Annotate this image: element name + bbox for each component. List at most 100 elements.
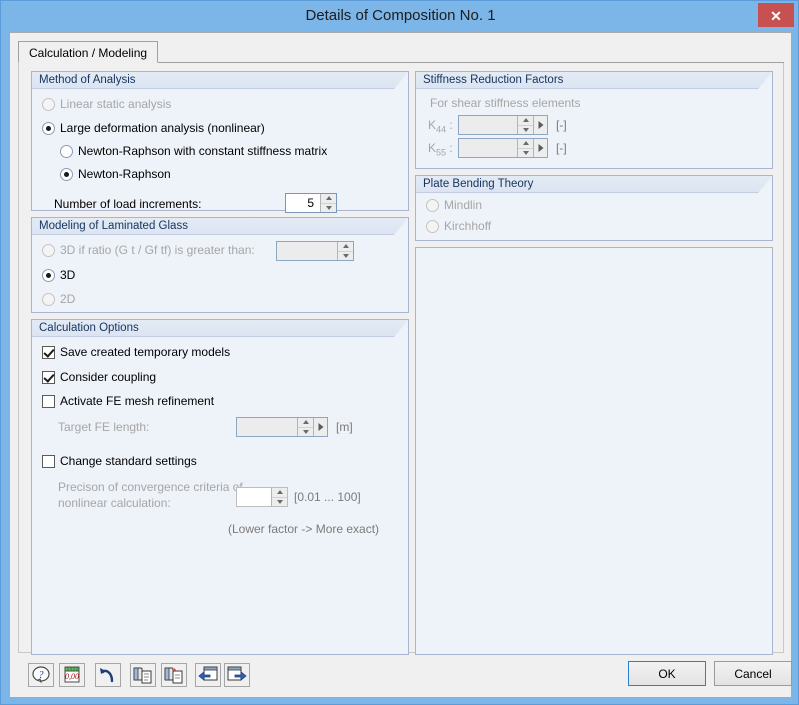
spinner-value[interactable] bbox=[237, 488, 271, 506]
paste-icon-glyph bbox=[164, 667, 183, 684]
spinner-value[interactable]: 5 bbox=[286, 194, 320, 212]
spinner-arrows[interactable] bbox=[517, 139, 533, 157]
paste-icon[interactable] bbox=[161, 663, 187, 687]
radio-newton-raphson-constant-stiffness[interactable]: Newton-Raphson with constant stiffness m… bbox=[60, 144, 327, 158]
spinner-load-increments[interactable]: 5 bbox=[285, 193, 337, 213]
spinner-arrows[interactable] bbox=[297, 418, 313, 436]
spinner-down-icon[interactable] bbox=[518, 149, 533, 158]
spinner-arrows[interactable] bbox=[517, 116, 533, 134]
radio-newton-raphson[interactable]: Newton-Raphson bbox=[60, 167, 171, 181]
help-icon[interactable]: ? bbox=[28, 663, 54, 687]
checkbox-change-standard-settings[interactable]: Change standard settings bbox=[42, 454, 197, 468]
checkbox-save-created-temporary-models[interactable]: Save created temporary models bbox=[42, 345, 230, 359]
radio-label: 3D if ratio (G t / Gf tf) is greater tha… bbox=[60, 243, 255, 257]
spinner-more-icon[interactable] bbox=[533, 116, 547, 134]
export-icon[interactable] bbox=[224, 663, 250, 687]
radio-mindlin[interactable]: Mindlin bbox=[426, 198, 482, 212]
spinner-arrows[interactable] bbox=[337, 242, 353, 260]
copy-icon[interactable] bbox=[130, 663, 156, 687]
radio-label: Large deformation analysis (nonlinear) bbox=[60, 121, 265, 135]
field-label: nonlinear calculation: bbox=[58, 496, 171, 510]
spinner-ratio-threshold[interactable] bbox=[276, 241, 354, 261]
spinner-value[interactable] bbox=[459, 116, 517, 134]
radio-large-deformation-analysis[interactable]: Large deformation analysis (nonlinear) bbox=[42, 121, 265, 135]
spinner-up-icon[interactable] bbox=[298, 418, 313, 428]
spinner-up-icon[interactable] bbox=[272, 488, 287, 498]
spinner-value[interactable] bbox=[237, 418, 297, 436]
spinner-up-icon[interactable] bbox=[338, 242, 353, 252]
dialog-title: Details of Composition No. 1 bbox=[305, 7, 496, 24]
spinner-value[interactable] bbox=[459, 139, 517, 157]
radio-indicator[interactable] bbox=[42, 292, 55, 306]
import-icon-glyph bbox=[198, 666, 218, 681]
ok-button[interactable]: OK bbox=[628, 661, 706, 686]
group-header-bevel bbox=[394, 320, 408, 337]
spinner-down-icon[interactable] bbox=[272, 498, 287, 507]
undo-icon[interactable] bbox=[95, 663, 121, 687]
group-header-bevel bbox=[394, 218, 408, 235]
checkbox-label: Change standard settings bbox=[60, 454, 197, 468]
radio-indicator[interactable] bbox=[42, 268, 55, 282]
radio-kirchhoff[interactable]: Kirchhoff bbox=[426, 219, 491, 233]
radio-indicator[interactable] bbox=[60, 167, 73, 181]
dialog-footer: ? 0,00 OK Cancel bbox=[10, 655, 792, 697]
radio-label: Newton-Raphson with constant stiffness m… bbox=[78, 144, 328, 158]
radio-indicator[interactable] bbox=[42, 97, 55, 111]
field-label: K44 : bbox=[428, 118, 453, 135]
svg-text:0,00: 0,00 bbox=[65, 672, 79, 681]
spinner-precision[interactable] bbox=[236, 487, 288, 507]
checkbox-indicator[interactable] bbox=[42, 370, 55, 384]
label-number-of-load-increments: Number of load increments: bbox=[54, 197, 201, 211]
group-plate-bending-theory: Plate Bending Theory Mindlin Kirchhoff bbox=[415, 175, 773, 241]
group-header-bevel bbox=[394, 72, 408, 89]
radio-indicator[interactable] bbox=[42, 121, 55, 135]
spinner-value[interactable] bbox=[277, 242, 337, 260]
undo-icon-glyph bbox=[100, 668, 114, 683]
spinner-arrows[interactable] bbox=[271, 488, 287, 506]
field-label: Precison of convergence criteria of bbox=[58, 480, 243, 494]
copy-icon-glyph bbox=[133, 667, 152, 684]
checkbox-indicator[interactable] bbox=[42, 394, 55, 408]
spinner-down-icon[interactable] bbox=[321, 204, 336, 213]
spinner-down-icon[interactable] bbox=[298, 428, 313, 437]
spinner-k44[interactable] bbox=[458, 115, 548, 135]
checkbox-label: Activate FE mesh refinement bbox=[60, 394, 215, 408]
spinner-k55[interactable] bbox=[458, 138, 548, 158]
radio-3d-if-ratio[interactable]: 3D if ratio (G t / Gf tf) is greater tha… bbox=[42, 243, 255, 257]
radio-3d[interactable]: 3D bbox=[42, 268, 75, 282]
checkbox-activate-fe-mesh-refinement[interactable]: Activate FE mesh refinement bbox=[42, 394, 214, 408]
unit-k55: [-] bbox=[556, 141, 567, 155]
unit-target-fe-length: [m] bbox=[336, 420, 353, 434]
spinner-arrows[interactable] bbox=[320, 194, 336, 212]
import-icon[interactable] bbox=[195, 663, 221, 687]
cancel-button[interactable]: Cancel bbox=[714, 661, 792, 686]
spinner-up-icon[interactable] bbox=[518, 116, 533, 126]
group-body: Save created temporary models Consider c… bbox=[32, 337, 408, 654]
group-modeling-laminated-glass: Modeling of Laminated Glass 3D if ratio … bbox=[31, 217, 409, 313]
radio-indicator[interactable] bbox=[426, 219, 439, 233]
units-icon[interactable]: 0,00 bbox=[59, 663, 85, 687]
spinner-down-icon[interactable] bbox=[518, 126, 533, 135]
spinner-up-icon[interactable] bbox=[321, 194, 336, 204]
help-icon-glyph: ? bbox=[32, 666, 50, 684]
radio-linear-static-analysis[interactable]: Linear static analysis bbox=[42, 97, 171, 111]
spinner-more-icon[interactable] bbox=[533, 139, 547, 157]
tab-calculation-modeling[interactable]: Calculation / Modeling bbox=[18, 41, 159, 63]
checkbox-label: Consider coupling bbox=[60, 370, 157, 384]
radio-indicator[interactable] bbox=[60, 144, 73, 158]
close-icon[interactable]: ✕ bbox=[758, 3, 794, 27]
group-body: Mindlin Kirchhoff bbox=[416, 193, 772, 240]
checkbox-indicator[interactable] bbox=[42, 345, 55, 359]
spinner-more-icon[interactable] bbox=[313, 418, 327, 436]
radio-2d[interactable]: 2D bbox=[42, 292, 75, 306]
spinner-target-fe-length[interactable] bbox=[236, 417, 328, 437]
label-precision-line1: Precison of convergence criteria of bbox=[58, 480, 243, 494]
preview-panel bbox=[415, 247, 773, 655]
checkbox-indicator[interactable] bbox=[42, 454, 55, 468]
radio-indicator[interactable] bbox=[42, 243, 55, 257]
spinner-up-icon[interactable] bbox=[518, 139, 533, 149]
radio-indicator[interactable] bbox=[426, 198, 439, 212]
tab-content-panel: Method of Analysis Linear static analysi… bbox=[18, 63, 784, 655]
spinner-down-icon[interactable] bbox=[338, 252, 353, 261]
checkbox-consider-coupling[interactable]: Consider coupling bbox=[42, 370, 156, 384]
